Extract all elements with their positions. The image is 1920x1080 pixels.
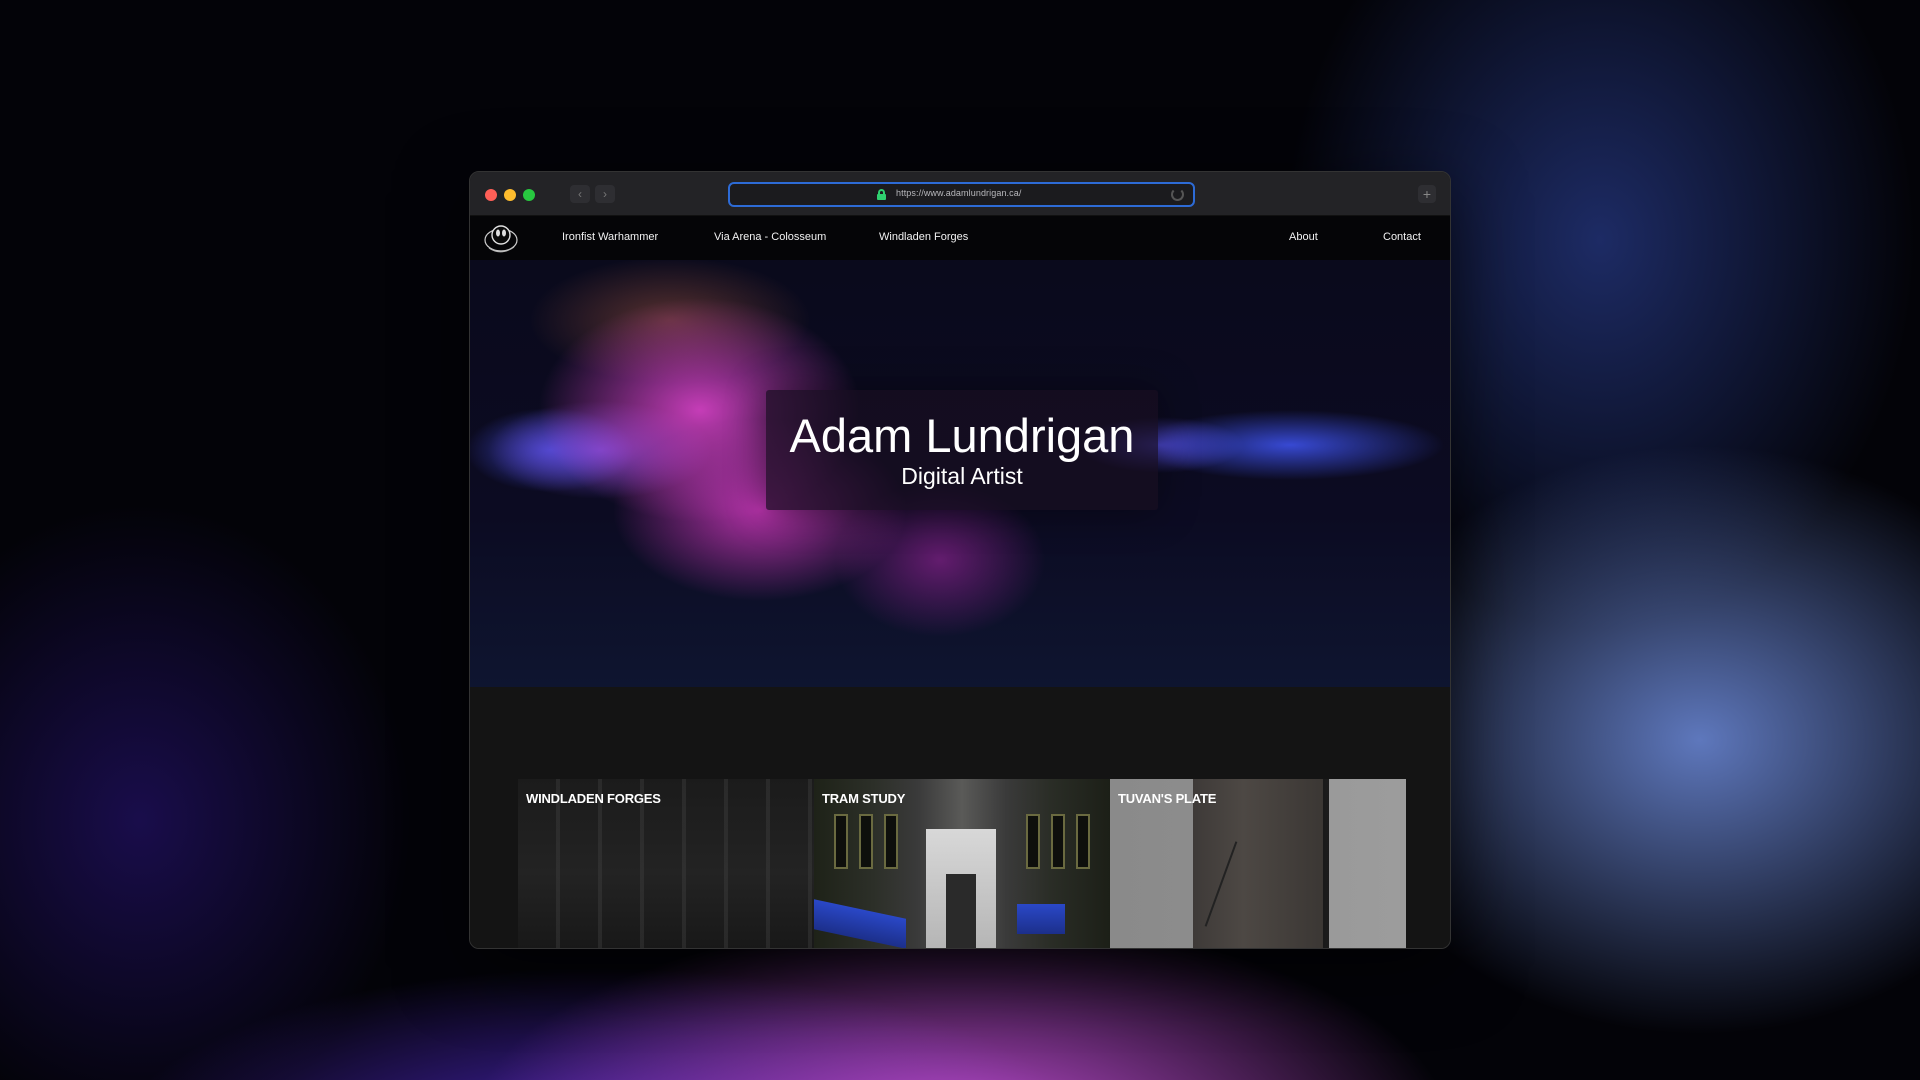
hero-title: Adam Lundrigan (789, 409, 1135, 462)
minimize-window-button[interactable] (504, 189, 516, 201)
nav-link-contact[interactable]: Contact (1383, 231, 1421, 243)
address-bar[interactable]: https://www.adamlundrigan.ca/ (728, 182, 1195, 207)
hero-title-card: Adam Lundrigan Digital Artist (766, 390, 1158, 510)
browser-titlebar: ‹ › https://www.adamlundrigan.ca/ + (470, 172, 1450, 216)
site-navigation: Ironfist Warhammer Via Arena - Colosseum… (470, 216, 1450, 260)
logo-icon[interactable] (481, 218, 521, 258)
project-tile-tram-study[interactable]: TRAM STUDY (814, 779, 1110, 948)
maximize-window-button[interactable] (523, 189, 535, 201)
nav-link-windladen-forges[interactable]: Windladen Forges (879, 231, 968, 243)
lock-icon (877, 189, 886, 200)
nav-link-about[interactable]: About (1289, 231, 1318, 243)
project-tile-windladen-forges[interactable]: WINDLADEN FORGES (518, 779, 814, 948)
hero-subtitle: Digital Artist (901, 463, 1023, 489)
reload-icon[interactable] (1171, 188, 1184, 201)
plus-icon[interactable]: + (1418, 185, 1436, 203)
project-title: WINDLADEN FORGES (526, 791, 661, 806)
browser-window: ‹ › https://www.adamlundrigan.ca/ + Iron… (469, 171, 1451, 949)
nav-link-ironfist-warhammer[interactable]: Ironfist Warhammer (562, 231, 658, 243)
chevron-left-icon[interactable]: ‹ (570, 185, 590, 203)
url-text[interactable]: https://www.adamlundrigan.ca/ (896, 188, 1021, 198)
project-tile-tuvans-plate[interactable]: TUVAN'S PLATE (1110, 779, 1406, 948)
projects-section: WINDLADEN FORGES TRAM STUDY TUVAN'S PLAT… (470, 687, 1450, 948)
hero-banner: Adam Lundrigan Digital Artist (470, 260, 1450, 687)
close-window-button[interactable] (485, 189, 497, 201)
project-title: TUVAN'S PLATE (1118, 791, 1217, 806)
project-title: TRAM STUDY (822, 791, 906, 806)
nav-link-via-arena-colosseum[interactable]: Via Arena - Colosseum (714, 231, 826, 243)
chevron-right-icon[interactable]: › (595, 185, 615, 203)
